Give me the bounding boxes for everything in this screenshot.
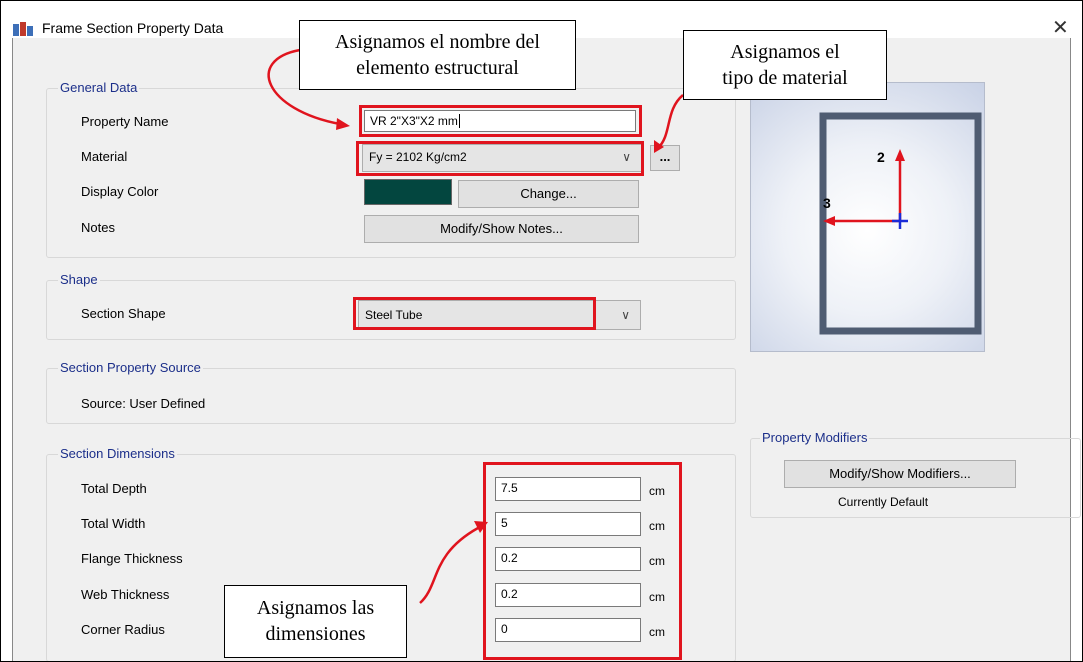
callout-material-line2: tipo de material — [722, 67, 848, 89]
annotation-arrows — [267, 48, 684, 604]
callout-dimensions-line1: Asignamos las — [256, 597, 375, 619]
callout-dimensions: Asignamos las dimensiones — [224, 585, 407, 658]
callout-dimensions-line2: dimensiones — [265, 623, 366, 645]
callout-property-name-line1: Asignamos el nombre del — [335, 31, 540, 53]
callout-property-name: Asignamos el nombre del elemento estruct… — [299, 20, 576, 90]
callout-material-line1: Asignamos el — [730, 41, 840, 63]
callout-property-name-line2: elemento estructural — [356, 57, 519, 79]
callout-material: Asignamos el tipo de material — [683, 30, 887, 100]
